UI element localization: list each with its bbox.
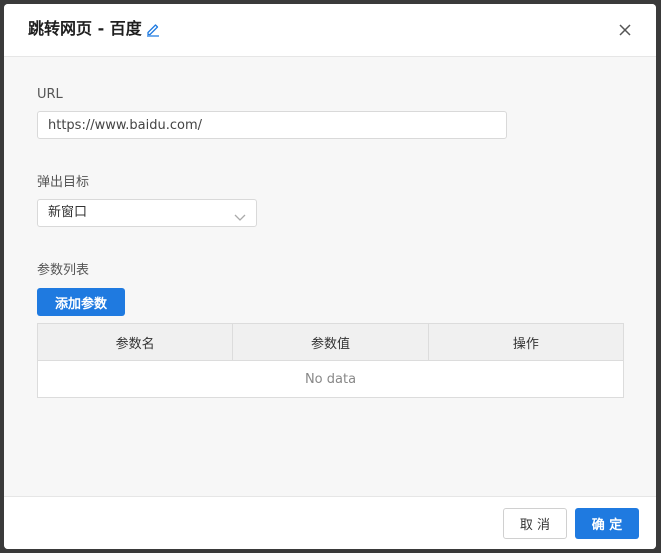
add-param-button[interactable]: 添加参数 <box>37 288 125 316</box>
table-header: 参数名 参数值 操作 <box>38 324 623 361</box>
target-label: 弹出目标 <box>37 175 90 190</box>
chevron-down-icon <box>234 208 246 221</box>
close-icon[interactable] <box>614 19 636 41</box>
dialog-header: 跳转网页 - 百度 <box>4 4 656 57</box>
dialog: 跳转网页 - 百度 URL 弹出目标 新窗口 参数列表 <box>4 4 656 549</box>
target-select[interactable]: 新窗口 <box>37 199 257 227</box>
dialog-title: 跳转网页 - 百度 <box>28 19 142 38</box>
dialog-footer: 取 消 确 定 <box>4 496 656 549</box>
cancel-button[interactable]: 取 消 <box>503 508 567 539</box>
column-header-actions: 操作 <box>512 336 539 352</box>
confirm-button[interactable]: 确 定 <box>575 508 639 539</box>
url-input[interactable] <box>37 111 507 139</box>
column-header-param-value: 参数值 <box>233 324 429 360</box>
table-empty-text: No data <box>304 371 357 387</box>
params-label: 参数列表 <box>37 263 90 278</box>
url-label: URL <box>37 87 63 102</box>
dialog-body: URL 弹出目标 新窗口 参数列表 添加参数 参数名 参数值 操作 No dat… <box>4 57 656 496</box>
target-select-value: 新窗口 <box>48 205 88 220</box>
pencil-icon[interactable] <box>145 21 161 37</box>
params-table: 参数名 参数值 操作 No data <box>37 323 624 398</box>
column-header-param-name: 参数名 <box>38 324 234 360</box>
